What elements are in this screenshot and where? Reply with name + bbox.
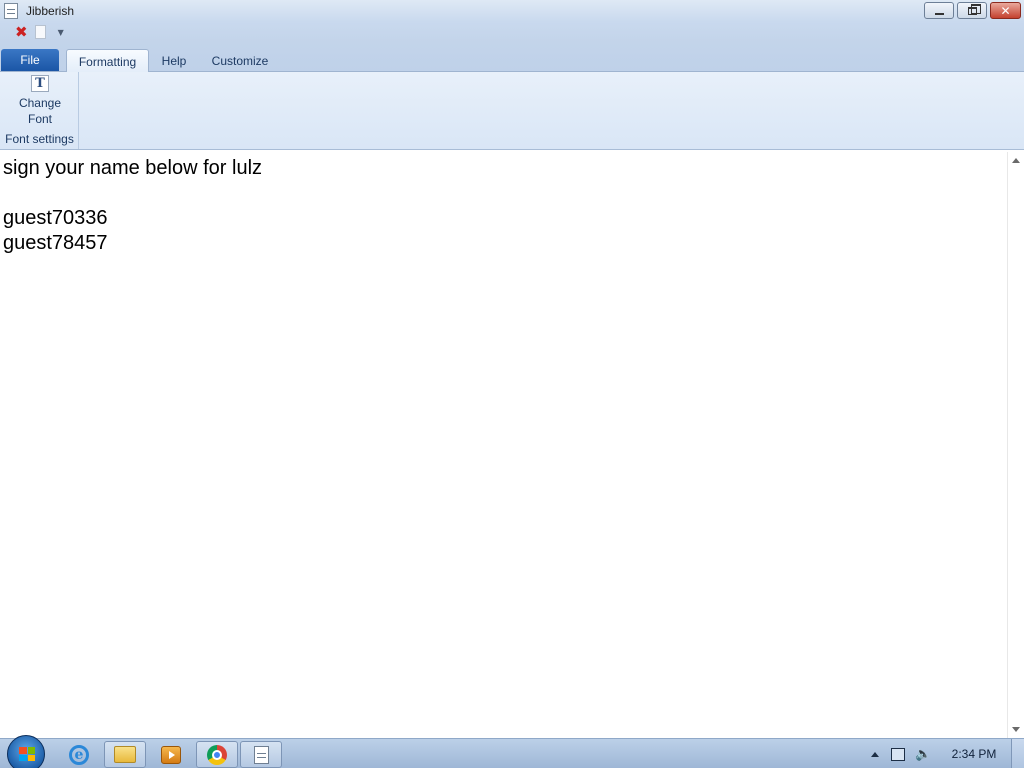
quick-access-toolbar: ✖ ▼ bbox=[0, 22, 1024, 42]
taskbar: e 🔈 2:34 PM bbox=[0, 735, 1024, 768]
change-font-label-line1: Change bbox=[18, 96, 62, 110]
change-font-button[interactable]: T Change Font bbox=[8, 75, 72, 127]
file-tab[interactable]: File bbox=[1, 49, 59, 71]
windows-logo-icon bbox=[19, 747, 35, 761]
restore-icon bbox=[967, 3, 981, 15]
start-button[interactable] bbox=[7, 735, 45, 768]
change-font-label-line2: Font bbox=[27, 112, 52, 126]
folder-icon bbox=[114, 746, 136, 763]
minimize-button[interactable] bbox=[924, 2, 954, 19]
taskbar-windows-explorer[interactable] bbox=[104, 741, 146, 768]
restore-button[interactable] bbox=[957, 2, 987, 19]
internet-explorer-icon: e bbox=[69, 744, 89, 765]
group-label-font-settings: Font settings bbox=[5, 132, 74, 146]
title-bar: Jibberish ✕ bbox=[0, 0, 1024, 22]
taskbar-media-player[interactable] bbox=[150, 741, 192, 768]
ribbon-panel: T Change Font Font settings bbox=[0, 72, 1024, 150]
close-button[interactable]: ✕ bbox=[990, 2, 1021, 19]
tab-customize[interactable]: Customize bbox=[203, 49, 277, 72]
clock[interactable]: 2:34 PM bbox=[946, 739, 1002, 768]
ribbon-tabs: File Formatting Help Customize bbox=[0, 42, 1024, 73]
chrome-icon bbox=[207, 744, 227, 765]
scroll-down-icon[interactable] bbox=[1012, 727, 1020, 732]
network-icon[interactable] bbox=[891, 747, 905, 761]
volume-icon[interactable]: 🔈 bbox=[915, 748, 931, 761]
customize-dropdown-icon[interactable]: ▼ bbox=[58, 28, 64, 37]
close-document-icon[interactable]: ✖ bbox=[15, 24, 28, 40]
window-title: Jibberish bbox=[26, 4, 75, 18]
font-settings-group: T Change Font Font settings bbox=[0, 72, 79, 149]
scroll-up-icon[interactable] bbox=[1012, 158, 1020, 163]
taskbar-internet-explorer[interactable]: e bbox=[58, 741, 100, 768]
tab-formatting[interactable]: Formatting bbox=[66, 49, 149, 73]
close-icon: ✕ bbox=[1000, 3, 1011, 18]
app-icon[interactable] bbox=[4, 3, 18, 19]
taskbar-jibberish-app[interactable] bbox=[240, 741, 282, 768]
show-hidden-icons-arrow-icon[interactable] bbox=[871, 751, 879, 757]
show-desktop-button[interactable] bbox=[1011, 739, 1024, 768]
system-tray: 🔈 bbox=[865, 739, 931, 768]
minimize-icon bbox=[934, 12, 944, 15]
tab-help[interactable]: Help bbox=[154, 49, 194, 72]
document-editor[interactable]: sign your name below for lulz guest70336… bbox=[0, 152, 1007, 738]
media-player-icon bbox=[161, 745, 181, 764]
font-icon: T bbox=[31, 75, 49, 92]
taskbar-chrome[interactable] bbox=[196, 741, 238, 768]
window-controls: ✕ bbox=[924, 2, 1021, 19]
document-line: guest70336 bbox=[3, 207, 108, 229]
change-font-label: Change Font bbox=[8, 95, 72, 127]
new-document-icon[interactable] bbox=[34, 25, 46, 39]
document-icon bbox=[253, 745, 269, 764]
vertical-scrollbar[interactable] bbox=[1007, 152, 1024, 738]
document-line: guest78457 bbox=[3, 232, 108, 254]
document-line: sign your name below for lulz bbox=[3, 157, 263, 179]
